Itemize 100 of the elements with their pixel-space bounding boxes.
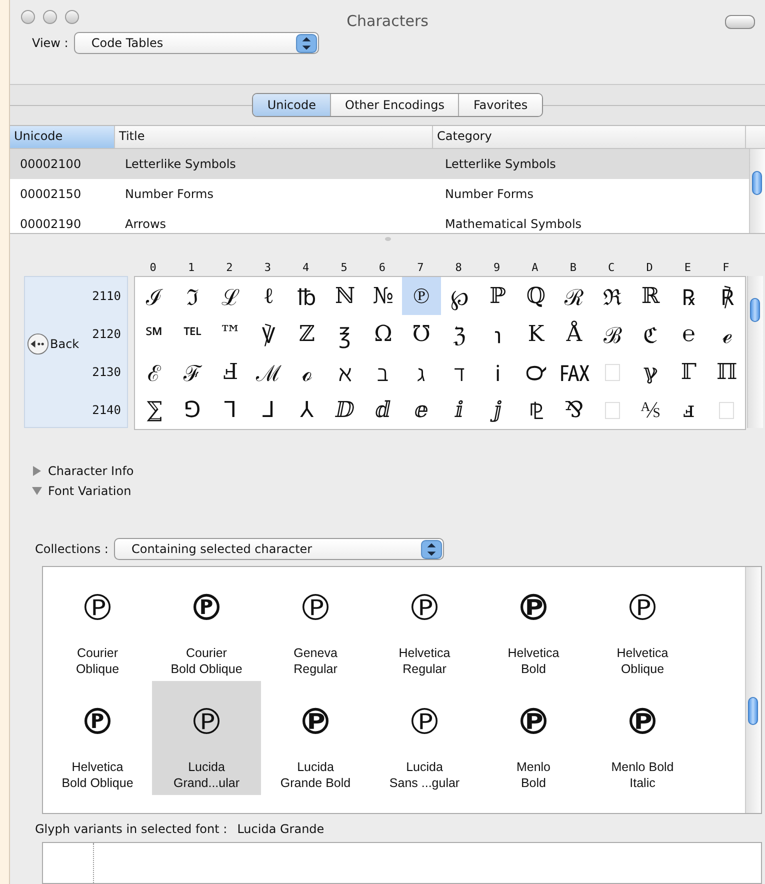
scrollbar[interactable] [747,276,763,428]
character-cell[interactable]: ⅈ [440,391,479,429]
character-cell[interactable]: ℜ [593,277,632,315]
character-cell[interactable]: ℾ [670,353,708,391]
character-cell[interactable]: ℱ [173,353,212,391]
character-cell[interactable]: Ω [364,315,402,353]
character-cell[interactable]: ℵ [326,353,364,391]
character-cell[interactable]: ℓ [250,277,288,315]
character-cell[interactable]: ℳ [250,353,288,391]
font-variant-tile[interactable]: ℗ Lucida Sans ...gular [370,681,479,795]
minimize-button[interactable] [43,10,57,24]
font-variant-tile[interactable]: ℗ Geneva Regular [261,567,370,681]
character-cell[interactable]: ⅂ [211,391,250,429]
character-cell[interactable]: ℐ [135,277,174,315]
character-cell[interactable]: ℕ [326,277,364,315]
disclosure-toggle[interactable]: Font Variation [32,484,765,498]
character-cell[interactable]: ℸ [440,353,479,391]
character-cell[interactable]: ⅄ [288,391,326,429]
column-header: 7 [416,261,425,274]
character-cell[interactable]: № [364,277,402,315]
column-header[interactable]: Category [433,126,746,148]
column-header: 6 [378,261,387,274]
character-cell[interactable]: ⅊ [516,391,556,429]
character-cell[interactable]: ℡ [173,315,212,353]
character-cell[interactable]: ℝ [631,277,670,315]
table-row[interactable]: 00002190 Arrows Mathematical Symbols [10,209,749,233]
character-cell[interactable]: ℣ [250,315,288,353]
disclosure-toggle[interactable]: Character Info [32,464,765,478]
character-cell[interactable]: ⅆ [364,391,402,429]
character-cell[interactable]: Ⅎ [211,353,250,391]
font-variant-tile[interactable]: ℗ Lucida Grand...ular [152,681,261,795]
font-variant-tile[interactable]: ℗ Menlo Bold Italic [588,681,697,795]
font-variant-tile[interactable]: ℗ Helvetica Bold Oblique [43,681,152,795]
font-variant-tile[interactable]: ℗ Lucida Grande Bold [261,681,370,795]
character-cell[interactable]: ⅋ [555,391,594,429]
character-cell[interactable]: ℚ [516,277,556,315]
close-button[interactable] [21,10,35,24]
character-cell[interactable]: ℬ [593,315,632,353]
character-cell[interactable]: ℩ [478,315,517,353]
font-variant-tile[interactable]: ℗ Helvetica Regular [370,567,479,681]
tab[interactable]: Unicode [253,94,330,116]
character-cell[interactable]: ℴ [288,353,326,391]
character-cell[interactable]: ⅎ [670,391,708,429]
character-cell[interactable]: Å [555,315,594,353]
character-cell[interactable]: ℙ [478,277,517,315]
scrollbar[interactable] [749,149,765,233]
character-cell[interactable]: ℯ [708,315,746,353]
font-variant-tile[interactable]: ℗ Helvetica Oblique [588,567,697,681]
character-cell[interactable]: ℟ [708,277,746,315]
character-cell[interactable]: ℧ [402,315,440,353]
font-variant-tile[interactable]: ℗ Courier Oblique [43,567,152,681]
missing-glyph-icon[interactable] [719,402,734,418]
toolbar-toggle-button[interactable] [725,15,755,29]
view-dropdown[interactable]: Code Tables [74,32,320,54]
table-row[interactable]: 00002150 Number Forms Number Forms [10,179,749,209]
character-cell[interactable]: ℹ [478,353,517,391]
character-cell[interactable]: ℒ [211,277,250,315]
collections-dropdown[interactable]: Containing selected character [114,538,444,560]
character-cell[interactable]: ℭ [631,315,670,353]
character-cell[interactable]: ⅍ [631,391,670,429]
table-row[interactable]: 00002100 Letterlike Symbols Letterlike Symbols [10,149,749,179]
font-variant-tile[interactable]: ℗ Menlo Bold [479,681,588,795]
character-cell[interactable]: ℞ [670,277,708,315]
font-variant-tile[interactable]: ℗ Helvetica Bold [479,567,588,681]
character-cell[interactable]: ℨ [440,315,479,353]
character-cell[interactable]: ℻ [555,353,594,391]
character-cell[interactable]: ⅅ [326,391,364,429]
zoom-button[interactable] [65,10,79,24]
column-header[interactable]: Title [115,126,433,148]
missing-glyph-icon[interactable] [604,402,620,418]
character-cell[interactable]: ℺ [516,353,556,391]
character-cell[interactable]: ℥ [326,315,364,353]
character-cell[interactable]: ℠ [135,315,174,353]
character-cell[interactable]: ℑ [173,277,212,315]
character-cell[interactable]: ℤ [288,315,326,353]
missing-glyph-icon[interactable] [604,364,620,380]
character-cell[interactable]: ℶ [364,353,402,391]
character-cell[interactable]: ⅇ [402,391,440,429]
character-cell[interactable]: ™ [211,315,250,353]
splitter-handle[interactable] [384,237,390,241]
character-cell[interactable]: ℗ [402,277,440,315]
font-variant-tile[interactable]: ℗ Courier Bold Oblique [152,567,261,681]
scrollbar[interactable] [745,567,761,813]
character-cell[interactable]: ℰ [135,353,174,391]
character-cell[interactable]: ⅀ [135,391,174,429]
character-cell[interactable]: ℽ [631,353,670,391]
character-cell[interactable]: ⅉ [478,391,517,429]
column-header[interactable]: Unicode [10,126,115,148]
character-cell[interactable]: ℷ [402,353,440,391]
back-button[interactable]: Back [27,333,80,355]
character-cell[interactable]: ℛ [555,277,594,315]
tab[interactable]: Favorites [458,94,542,116]
character-cell[interactable]: ⅁ [173,391,212,429]
tab[interactable]: Other Encodings [330,94,458,116]
character-cell[interactable]: ℿ [708,353,746,391]
character-cell[interactable]: ℘ [440,277,479,315]
character-cell[interactable]: K [516,315,556,353]
character-cell[interactable]: ℔ [288,277,326,315]
character-cell[interactable]: ℮ [670,315,708,353]
character-cell[interactable]: ⅃ [250,391,288,429]
